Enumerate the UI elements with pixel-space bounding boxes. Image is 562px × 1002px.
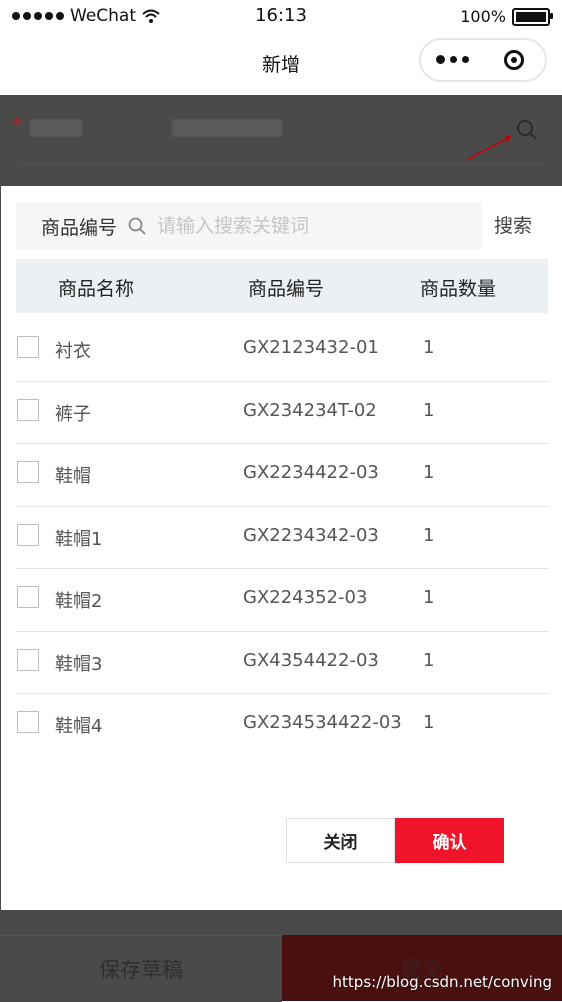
product-quantity: 1 <box>423 524 435 546</box>
more-menu-button[interactable] <box>421 55 483 64</box>
watermark: https://blog.csdn.net/conving <box>332 973 552 991</box>
row-checkbox[interactable] <box>17 336 39 358</box>
search-icon[interactable] <box>514 117 540 143</box>
product-code: GX2123432-01 <box>243 337 379 358</box>
product-code: GX234234T-02 <box>243 399 377 421</box>
save-draft-button[interactable]: 保存草稿 <box>0 935 282 1002</box>
search-button[interactable]: 搜索 <box>494 202 532 250</box>
table-row[interactable]: 鞋帽4 GX234534422-03 1 <box>16 694 549 756</box>
table-row[interactable]: 衬衣 GX2123432-01 1 <box>16 319 549 382</box>
table-row[interactable]: 鞋帽 GX2234422-03 1 <box>16 444 549 507</box>
miniprogram-capsule <box>419 38 547 82</box>
row-checkbox[interactable] <box>17 711 39 733</box>
nav-bar: 新增 <box>0 32 562 95</box>
product-code: GX234534422-03 <box>243 712 402 733</box>
search-row: 商品编号 搜索 <box>16 202 546 250</box>
product-quantity: 1 <box>423 712 435 733</box>
product-name: 衬衣 <box>55 341 91 362</box>
submit-button[interactable]: 提交 <box>282 935 562 1001</box>
battery-group: 100% <box>460 7 553 26</box>
product-quantity: 1 <box>423 649 435 671</box>
product-name: 鞋帽4 <box>55 716 103 737</box>
search-box: 商品编号 <box>16 202 482 250</box>
row-checkbox[interactable] <box>17 523 39 546</box>
confirm-button[interactable]: 确认 <box>395 818 504 863</box>
bottom-action-bar: 保存草稿 提交 https://blog.csdn.net/conving <box>0 935 562 1002</box>
row-checkbox[interactable] <box>17 398 39 421</box>
close-miniprogram-button[interactable] <box>483 50 545 70</box>
product-name: 鞋帽3 <box>55 653 103 675</box>
battery-icon <box>512 7 553 26</box>
table-header: 商品名称 商品编号 商品数量 <box>16 259 548 313</box>
row-checkbox[interactable] <box>17 461 39 483</box>
status-bar: WeChat 16:13 100% <box>0 0 562 32</box>
row-checkbox[interactable] <box>17 648 39 671</box>
close-button[interactable]: 关闭 <box>286 818 395 863</box>
battery-percent: 100% <box>460 7 506 26</box>
row-checkbox[interactable] <box>17 586 39 608</box>
product-name: 鞋帽 <box>55 466 91 487</box>
search-icon <box>128 217 146 235</box>
product-name: 裤子 <box>55 403 91 425</box>
product-picker-dialog: 商品编号 搜索 商品名称 商品编号 商品数量 衬衣 GX2123432-01 1… <box>1 186 562 910</box>
required-mark: * <box>12 113 22 137</box>
table-row[interactable]: 鞋帽2 GX224352-03 1 <box>16 569 549 632</box>
target-icon <box>504 50 524 70</box>
product-quantity: 1 <box>423 462 435 483</box>
dialog-actions: 关闭 确认 <box>286 818 504 863</box>
table-row[interactable]: 鞋帽1 GX2234342-03 1 <box>16 507 549 569</box>
product-quantity: 1 <box>423 337 435 358</box>
product-code: GX2234342-03 <box>243 524 379 546</box>
product-list: 衬衣 GX2123432-01 1 裤子 GX234234T-02 1 鞋帽 G… <box>16 319 549 756</box>
search-input[interactable] <box>155 214 460 238</box>
product-name: 鞋帽1 <box>55 528 103 550</box>
product-code: GX224352-03 <box>243 587 368 608</box>
column-header-name: 商品名称 <box>58 278 135 300</box>
product-name: 鞋帽2 <box>55 591 103 612</box>
blurred-label <box>30 119 82 137</box>
column-header-quantity: 商品数量 <box>420 278 497 300</box>
product-code: GX2234422-03 <box>243 462 379 483</box>
product-code: GX4354422-03 <box>243 649 379 671</box>
search-field-label: 商品编号 <box>41 216 118 239</box>
product-quantity: 1 <box>423 587 435 608</box>
product-quantity: 1 <box>423 399 435 421</box>
blurred-value <box>172 119 282 137</box>
column-header-code: 商品编号 <box>248 278 325 300</box>
table-row[interactable]: 裤子 GX234234T-02 1 <box>16 382 549 444</box>
annotation-arrow-icon <box>467 135 512 160</box>
divider <box>20 163 542 164</box>
table-row[interactable]: 鞋帽3 GX4354422-03 1 <box>16 632 549 694</box>
